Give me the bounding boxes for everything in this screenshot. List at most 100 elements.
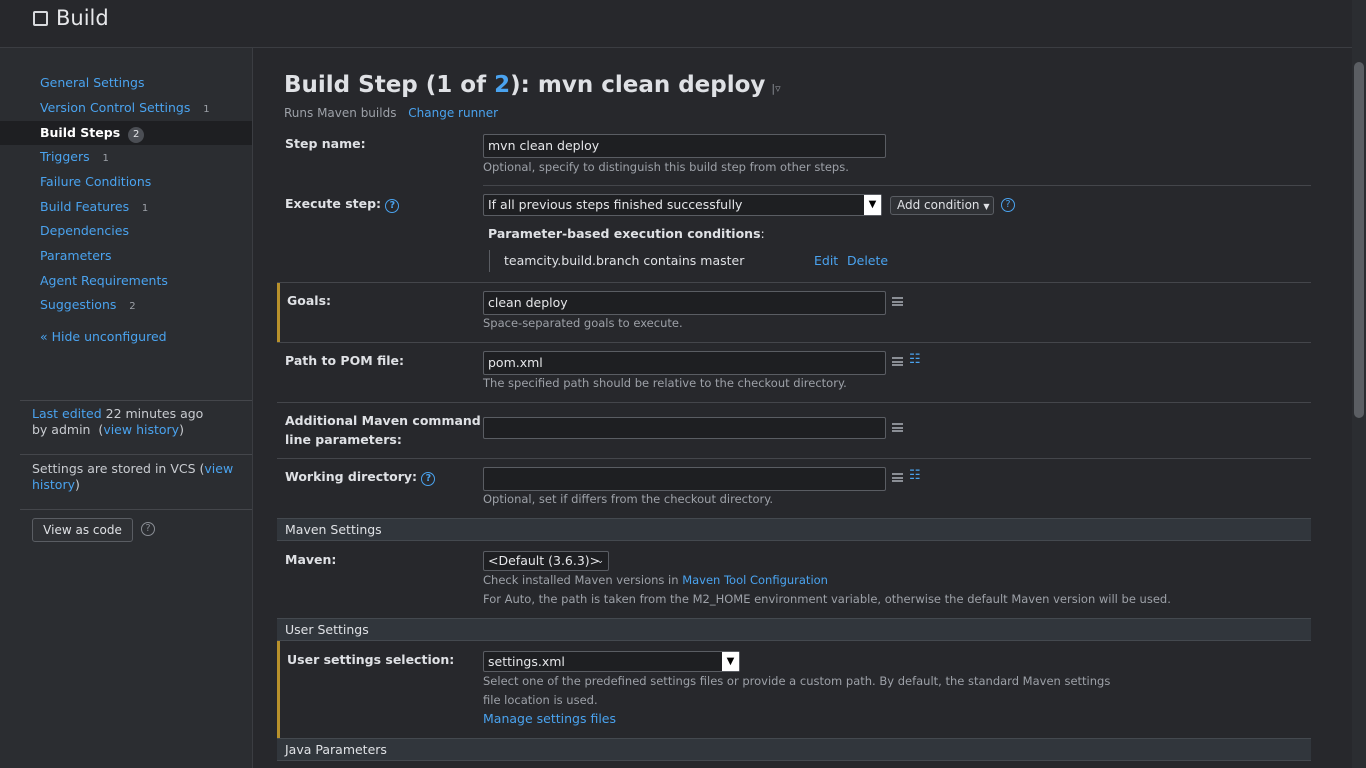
additional-params-label-line2: line parameters: (285, 432, 402, 447)
divider (277, 458, 1311, 459)
text-edit-icon[interactable] (892, 357, 903, 366)
vcs-history-link[interactable]: history (32, 477, 75, 492)
page-title: Build Step (1 of 2): mvn clean deploy |▿ (284, 72, 781, 98)
maven-settings-section-header: Maven Settings (277, 518, 1311, 541)
user-settings-value: settings.xml (488, 654, 565, 669)
top-header: Build (0, 0, 1352, 48)
java-parameters-section-header: Java Parameters (277, 738, 1311, 761)
maven-hint-text: Check installed Maven versions in (483, 573, 679, 587)
hide-unconfigured-link[interactable]: « Hide unconfigured (0, 325, 252, 349)
last-edited-link[interactable]: Last edited (32, 406, 102, 421)
runner-description: Runs Maven builds (284, 106, 397, 120)
dropdown-arrow-icon: ▼ (722, 652, 739, 671)
user-settings-hint: Select one of the predefined settings fi… (483, 674, 1111, 707)
last-edited-info: Last edited 22 minutes ago by admin (vie… (32, 406, 204, 437)
additional-params-label: Additional Maven command line parameters: (285, 411, 481, 449)
caret-down-icon: ▼ (983, 202, 990, 211)
param-conditions-title-text: Parameter-based execution conditions (488, 226, 761, 241)
text-edit-icon[interactable] (892, 423, 903, 432)
sidebar-item-label: Version Control Settings (40, 100, 191, 115)
sidebar-item-label: Triggers (40, 149, 90, 164)
divider (20, 454, 252, 455)
delete-condition-link[interactable]: Delete (847, 253, 888, 268)
edited-by: by admin (32, 422, 91, 437)
pom-path-label: Path to POM file: (285, 353, 405, 368)
step-count-link[interactable]: 2 (494, 72, 510, 98)
user-settings-label: User settings selection: (287, 652, 455, 667)
count-badge: 1 (102, 153, 109, 164)
sidebar-item-label: Failure Conditions (40, 174, 152, 189)
sidebar-item-label: Build Features (40, 199, 130, 214)
edit-condition-link[interactable]: Edit (814, 253, 838, 268)
maven-version-select[interactable]: <Default (3.6.3)> ⌄ (483, 551, 609, 571)
last-edited-time: 22 minutes ago (105, 406, 204, 421)
working-dir-label-text: Working directory: (285, 469, 418, 484)
vertical-scrollbar[interactable] (1352, 0, 1366, 768)
maven-label: Maven: (285, 552, 337, 567)
divider (20, 509, 252, 510)
divider (483, 185, 1311, 186)
execute-step-label: Execute step: ? (285, 194, 400, 213)
sidebar-item-failure-conditions[interactable]: Failure Conditions (0, 170, 252, 194)
sidebar-item-build-features[interactable]: Build Features 1 (0, 195, 252, 219)
help-icon[interactable]: ? (421, 472, 436, 486)
goals-hint: Space-separated goals to execute. (483, 316, 683, 330)
maven-hint-2: For Auto, the path is taken from the M2_… (483, 592, 1171, 606)
divider (20, 400, 252, 401)
execute-step-value: If all previous steps finished successfu… (488, 197, 743, 212)
sidebar: General Settings Version Control Setting… (0, 48, 253, 768)
divider (277, 402, 1311, 403)
dropdown-arrow-icon: ▼ (864, 195, 881, 215)
view-history-link[interactable]: view history (103, 422, 179, 437)
sidebar-item-label: General Settings (40, 75, 145, 90)
sidebar-item-version-control-settings[interactable]: Version Control Settings 1 (0, 96, 252, 120)
count-badge: 1 (141, 203, 149, 214)
sidebar-item-label: Suggestions (40, 297, 117, 312)
count-badge: 2 (128, 127, 145, 143)
title-dropdown-icon[interactable]: |▿ (771, 82, 780, 95)
working-dir-input[interactable] (483, 467, 886, 491)
runner-info: Runs Maven builds Change runner (284, 106, 498, 120)
title-suffix: ): mvn clean deploy (510, 72, 766, 98)
sidebar-item-dependencies[interactable]: Dependencies (0, 219, 252, 243)
vcs-settings-info: Settings are stored in VCS (view history… (32, 461, 234, 492)
scrollbar-thumb[interactable] (1354, 62, 1364, 418)
pom-path-input[interactable]: pom.xml (483, 351, 886, 375)
sidebar-item-general-settings[interactable]: General Settings (0, 71, 252, 95)
count-badge: 1 (203, 104, 210, 115)
text-edit-icon[interactable] (892, 297, 903, 306)
additional-params-textarea[interactable] (483, 417, 886, 439)
divider (277, 282, 1311, 283)
working-dir-label: Working directory: ? (285, 467, 436, 486)
maven-version-value: <Default (3.6.3)> (488, 553, 601, 568)
view-as-code-button[interactable]: View as code (32, 518, 133, 542)
file-tree-icon[interactable]: ☷ (909, 352, 921, 367)
help-icon[interactable]: ? (1001, 198, 1015, 212)
goals-input[interactable]: clean deploy (483, 291, 886, 315)
vcs-view-link[interactable]: view (204, 461, 233, 476)
maven-tool-config-link[interactable]: Maven Tool Configuration (682, 573, 828, 587)
condition-indent-line (489, 250, 490, 272)
execute-step-select[interactable]: If all previous steps finished successfu… (483, 194, 882, 216)
add-condition-button[interactable]: Add condition ▼ (890, 196, 994, 215)
add-condition-label: Add condition (897, 198, 980, 212)
text-edit-icon[interactable] (892, 473, 903, 482)
vcs-text: Settings are stored in VCS (32, 461, 196, 476)
sidebar-item-suggestions[interactable]: Suggestions 2 (0, 293, 252, 317)
file-tree-icon[interactable]: ☷ (909, 468, 921, 483)
modified-indicator (277, 641, 280, 738)
main-content: Build Step (1 of 2): mvn clean deploy |▿ … (253, 48, 1352, 768)
execute-step-label-text: Execute step: (285, 196, 382, 211)
sidebar-item-parameters[interactable]: Parameters (0, 244, 252, 268)
manage-settings-files-link[interactable]: Manage settings files (483, 711, 616, 726)
change-runner-link[interactable]: Change runner (408, 106, 498, 120)
help-icon[interactable]: ? (141, 522, 155, 536)
sidebar-item-agent-requirements[interactable]: Agent Requirements (0, 269, 252, 293)
sidebar-item-triggers[interactable]: Triggers 1 (0, 145, 252, 169)
step-name-input[interactable]: mvn clean deploy (483, 134, 886, 158)
maven-hint-1: Check installed Maven versions in Maven … (483, 571, 828, 590)
user-settings-select[interactable]: settings.xml ▼ (483, 651, 740, 672)
sidebar-item-build-steps[interactable]: Build Steps 2 (0, 121, 252, 145)
chevron-down-icon: ⌄ (596, 556, 604, 566)
help-icon[interactable]: ? (385, 199, 400, 213)
